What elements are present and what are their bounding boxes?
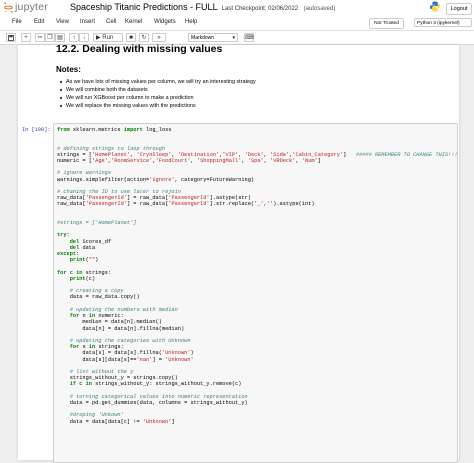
cut-button[interactable]: ✂: [35, 33, 45, 42]
stop-icon: ■: [129, 35, 133, 41]
notes-list: As we have lots of missing values per co…: [56, 78, 256, 110]
paste-icon: ▤: [57, 35, 63, 41]
code-line: data[s][data[s]=='nan'] = 'Unknown': [57, 356, 194, 363]
code-line: data = data[data[c] != 'Unknown']: [57, 418, 175, 425]
code-line: warnings.simplefilter(action='ignore', c…: [57, 176, 255, 183]
section-heading: 12.2. Dealing with missing values: [56, 43, 223, 55]
copy-icon: ❐: [47, 35, 53, 41]
move-down-button[interactable]: ↓: [79, 33, 89, 42]
code-line: # chaning the ID to use later to rejoin: [57, 189, 181, 196]
run-label: Run: [102, 35, 114, 41]
jupyter-logo-icon: [4, 2, 13, 13]
run-button[interactable]: ▶ Run: [93, 33, 123, 42]
code-line: print(c): [69, 275, 96, 282]
arrow-down-icon: ↓: [82, 35, 86, 41]
logo-text: jupyter: [15, 1, 48, 13]
notes-title: Notes:: [56, 65, 81, 74]
jupyter-logo[interactable]: jupyter: [4, 1, 60, 15]
menu-cell[interactable]: Cell: [106, 19, 116, 25]
code-line: # turning categorical values into numeri…: [69, 393, 248, 400]
play-icon: ▶: [96, 35, 101, 41]
code-cell[interactable]: from sklearn.metrics import log_loss # d…: [53, 123, 458, 463]
code-line: data[s] = data[s].fillna('Unknown'): [57, 350, 194, 357]
checkpoint-text: Last Checkpoint: 02/06/2022: [221, 6, 299, 12]
insert-cell-button[interactable]: +: [21, 33, 31, 42]
python-logo-icon: [430, 1, 440, 12]
cell-type-value: Markdown: [191, 35, 215, 41]
code-line: for c in strings:: [57, 269, 112, 276]
menu-view[interactable]: View: [56, 19, 69, 25]
code-line: data = raw_data.copy(): [69, 294, 140, 301]
code-line: # updating the categories with Unknown: [69, 337, 191, 344]
code-line: data[n] = data[n].fillna(median): [82, 325, 185, 332]
code-line: print(""): [69, 257, 99, 264]
code-line: raw_data['PassengerId'] = raw_data['Pass…: [57, 195, 251, 202]
code-line: if c in strings_without_y: strings_witho…: [69, 381, 242, 388]
code-editor[interactable]: from sklearn.metrics import log_loss # d…: [57, 127, 458, 425]
list-item: As we have lots of missing values per co…: [56, 78, 256, 86]
code-line: from sklearn.metrics import log_loss: [57, 127, 172, 133]
kernel-indicator[interactable]: Python 3 (ipykernel): [414, 18, 472, 27]
code-line: del data: [69, 244, 96, 251]
autosave-status: (autosaved): [303, 6, 336, 12]
code-line: for n in numeric:: [69, 313, 124, 320]
copy-button[interactable]: ❐: [45, 33, 55, 42]
menu-edit[interactable]: Edit: [34, 19, 44, 25]
notebook-title[interactable]: Spaceship Titanic Predictions - FULL: [70, 2, 217, 12]
menu-help[interactable]: Help: [185, 19, 197, 25]
code-line: # updating the numbers with median: [69, 306, 178, 313]
notebook-title-area: Spaceship Titanic Predictions - FULL Las…: [70, 2, 335, 12]
arrow-up-icon: ↑: [72, 35, 76, 41]
list-item: We will combine both the datasets: [56, 86, 256, 94]
notebook-page: 12.2. Dealing with missing values Notes:…: [18, 43, 459, 463]
code-line: raw_data['PassengerId'] = raw_data['Pass…: [57, 201, 315, 208]
keyboard-icon: ⌨: [245, 35, 254, 41]
save-icon: [8, 35, 14, 41]
cell-prompt: In [100]:: [22, 127, 51, 133]
code-line: median = data[n].median(): [82, 319, 162, 326]
code-line: # list without the y: [69, 368, 134, 375]
refresh-icon: ↻: [141, 35, 147, 41]
menu-kernel[interactable]: Kernel: [125, 19, 142, 25]
code-line: #strings = ['HomePlanet']: [57, 220, 137, 227]
trust-status-button[interactable]: Not Trusted: [369, 18, 404, 29]
code-line: # defining strings to loop through: [57, 145, 166, 152]
save-button[interactable]: [6, 33, 16, 42]
list-item: We will replace the missing values with …: [56, 102, 256, 110]
code-line: #droping 'Unkown': [69, 412, 124, 419]
cell-type-select[interactable]: Markdown ▾: [188, 33, 238, 42]
interrupt-button[interactable]: ■: [126, 33, 136, 42]
code-line: data = pd.get_dummies(data, columns = st…: [69, 399, 248, 406]
menu-file[interactable]: File: [12, 19, 22, 25]
code-line: try:: [57, 232, 70, 239]
code-line: for s in strings:: [69, 344, 124, 351]
chevron-down-icon: ▾: [232, 35, 235, 41]
code-line: strings_without_y = strings.copy(): [69, 375, 178, 382]
plus-icon: +: [24, 35, 28, 41]
code-line: numeric = ['Age','RoomService','FoodCour…: [57, 158, 321, 165]
list-item: We will run XGBoost per column to make a…: [56, 94, 256, 102]
logout-button[interactable]: Logout: [446, 3, 472, 15]
move-up-button[interactable]: ↑: [69, 33, 79, 42]
code-line: except:: [57, 251, 80, 258]
scissors-icon: ✂: [37, 35, 43, 41]
restart-run-all-button[interactable]: »: [152, 33, 166, 42]
fast-forward-icon: »: [157, 35, 161, 41]
command-palette-button[interactable]: ⌨: [244, 33, 254, 42]
restart-button[interactable]: ↻: [139, 33, 149, 42]
paste-button[interactable]: ▤: [55, 33, 65, 42]
menu-widgets[interactable]: Widgets: [154, 19, 176, 25]
code-line: # creating a copy: [69, 288, 124, 295]
menu-insert[interactable]: Insert: [80, 19, 95, 25]
code-line: del Scores_df: [69, 238, 112, 245]
code-line: # ignore warnings: [57, 170, 112, 177]
notebook-header: jupyter Spaceship Titanic Predictions - …: [0, 0, 474, 16]
code-line: strings = ['HomePlanet', 'CryoSleep', 'D…: [57, 151, 458, 158]
